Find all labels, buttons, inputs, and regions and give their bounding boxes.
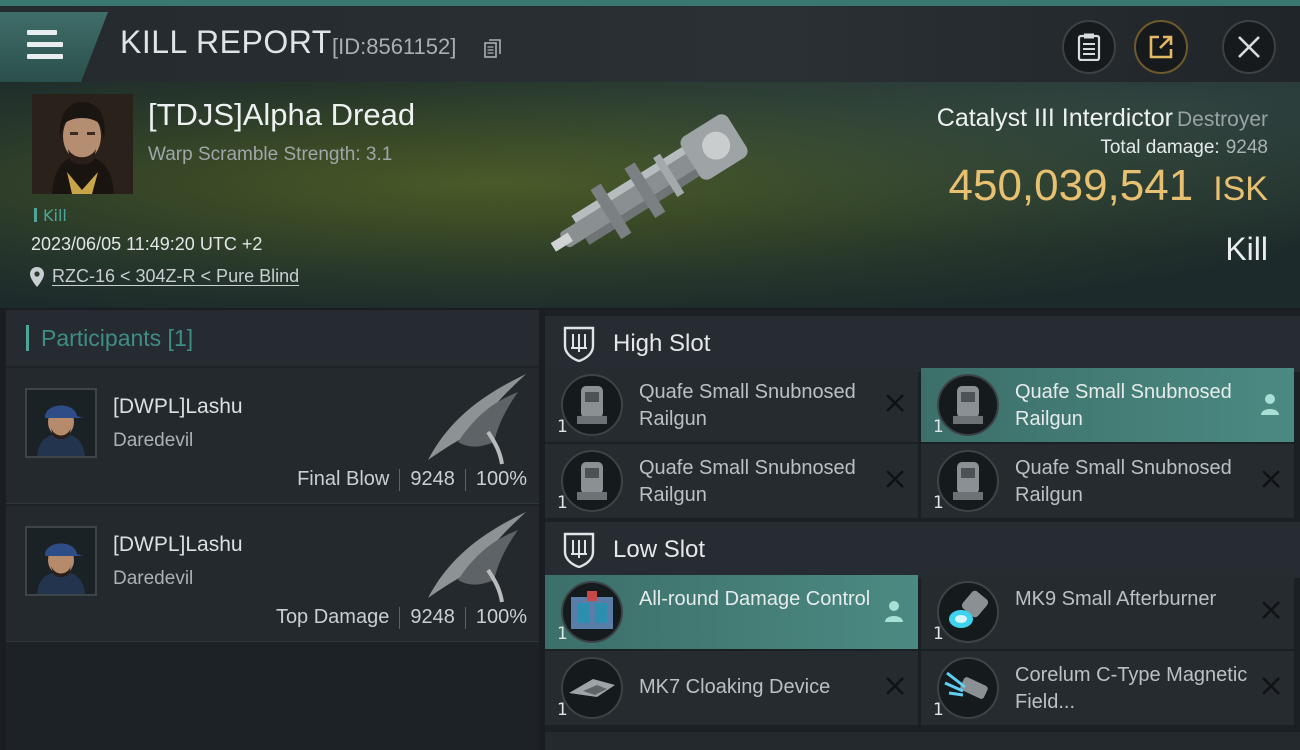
module-name: MK7 Cloaking Device [639,676,831,698]
module-quantity: 1 [933,700,944,720]
participant-name[interactable]: [DWPL]Lashu [113,533,243,557]
module-quantity: 1 [557,417,568,437]
close-x-icon[interactable] [1260,675,1282,697]
module-quantity: 1 [557,700,568,720]
participant-damage: 9248 [410,606,455,628]
victim-pilot-name[interactable]: [TDJS]Alpha Dread [148,97,415,133]
warp-scramble-strength: Warp Scramble Strength: 3.1 [148,144,393,165]
copy-icon[interactable] [484,39,502,59]
participant-percent: 100% [475,468,527,490]
high-slot-header: High Slot [545,316,1300,372]
railgun-icon [561,374,623,436]
kill-type-tag: Kill [34,206,67,225]
module-name: Quafe Small Snubnosed Railgun [1015,381,1232,430]
participant-name[interactable]: [DWPL]Lashu [113,395,243,419]
share-icon [1149,35,1173,59]
module-card[interactable]: 1 Corelum C-Type Magnetic Field... [921,651,1294,725]
module-name: Quafe Small Snubnosed Railgun [639,457,856,506]
low-slot-header: Low Slot [545,522,1300,578]
participant-card[interactable]: [DWPL]Lashu Daredevil Final Blow 9248 10… [6,368,539,504]
kill-datetime: 2023/06/05 11:49:20 UTC +2 [31,234,263,254]
total-damage-value: 9248 [1225,137,1268,158]
close-x-icon[interactable] [884,468,906,490]
participant-ship: Daredevil [113,568,194,589]
damage-control-icon [561,581,623,643]
participants-header: Participants [1] [6,310,539,366]
module-card[interactable]: 1 Quafe Small Snubnosed Railgun [921,368,1294,442]
high-slot-label: High Slot [613,330,711,357]
victim-portrait[interactable] [32,94,133,194]
module-card[interactable]: 1 MK7 Cloaking Device [545,651,918,725]
page-title: KILL REPORT [120,24,332,60]
clipboard-button[interactable] [1062,20,1116,74]
module-quantity: 1 [557,493,568,513]
participant-damage: 9248 [410,468,455,490]
isk-value: 450,039,541 [948,161,1194,210]
ship-name[interactable]: Catalyst III Interdictor [937,104,1173,132]
kill-location[interactable]: RZC-16 < 304Z-R < Pure Blind [30,266,299,287]
participant-stats: Final Blow 9248 100% [297,468,527,491]
location-link[interactable]: RZC-16 < 304Z-R < Pure Blind [52,266,299,287]
afterburner-icon [937,581,999,643]
ship-info: Catalyst III Interdictor Destroyer Total … [937,104,1268,268]
participants-panel: Participants [1] [DWPL]Lashu Daredevil F… [6,310,539,750]
ship-class: Destroyer [1176,108,1268,131]
module-quantity: 1 [933,493,944,513]
module-quantity: 1 [933,624,944,644]
clipboard-icon [1077,33,1101,61]
railgun-icon [937,450,999,512]
participant-percent: 100% [475,606,527,628]
participant-role: Final Blow [297,468,390,490]
participant-ship-image [428,512,526,603]
close-x-icon[interactable] [1260,599,1282,621]
victim-panel: [TDJS]Alpha Dread Warp Scramble Strength… [0,82,1300,308]
shield-icon [563,326,595,362]
avatar [25,526,97,596]
participant-card[interactable]: [DWPL]Lashu Daredevil Top Damage 9248 10… [6,506,539,642]
fitting-panel: High Slot 1 Quafe Small Snubnosed Railgu… [545,310,1300,750]
module-card[interactable]: 1 Quafe Small Snubnosed Railgun [545,444,918,518]
close-x-icon[interactable] [884,392,906,414]
participant-role: Top Damage [275,606,390,628]
person-icon [885,601,903,622]
close-button[interactable] [1222,20,1276,74]
magnetic-field-stabilizer-icon [937,657,999,719]
menu-button[interactable] [0,12,108,82]
avatar [25,388,97,458]
module-name: MK9 Small Afterburner [1015,588,1217,610]
mid-slot-header-partial [545,732,1300,750]
railgun-icon [561,450,623,512]
module-card[interactable]: 1 MK9 Small Afterburner [921,575,1294,649]
participant-ship: Daredevil [113,430,194,451]
module-name: Quafe Small Snubnosed Railgun [1015,457,1232,506]
module-card[interactable]: 1 All-round Damage Control [545,575,918,649]
victim-ship-image [550,114,748,252]
low-slot-label: Low Slot [613,536,706,563]
top-bar: KILL REPORT [ID:8561152] [0,0,1300,82]
module-card[interactable]: 1 Quafe Small Snubnosed Railgun [545,368,918,442]
location-pin-icon [30,266,44,287]
close-icon [1238,36,1260,58]
menu-icon [27,30,63,60]
result-label: Kill [1225,231,1268,267]
isk-unit: ISK [1213,170,1268,208]
participant-stats: Top Damage 9248 100% [276,606,527,629]
total-damage-label: Total damage: [1100,137,1220,158]
cloaking-device-icon [561,657,623,719]
module-quantity: 1 [557,624,568,644]
report-id: [ID:8561152] [332,34,457,59]
share-button[interactable] [1134,20,1188,74]
module-quantity: 1 [933,417,944,437]
railgun-icon [937,374,999,436]
person-icon [1261,394,1279,415]
module-name: All-round Damage Control [639,588,871,610]
module-name: Corelum C-Type Magnetic Field... [1015,664,1248,713]
participants-title: Participants [1] [41,324,194,351]
participant-ship-image [428,374,526,465]
close-x-icon[interactable] [884,675,906,697]
module-name: Quafe Small Snubnosed Railgun [639,381,856,430]
close-x-icon[interactable] [1260,468,1282,490]
module-card[interactable]: 1 Quafe Small Snubnosed Railgun [921,444,1294,518]
shield-icon [563,532,595,568]
